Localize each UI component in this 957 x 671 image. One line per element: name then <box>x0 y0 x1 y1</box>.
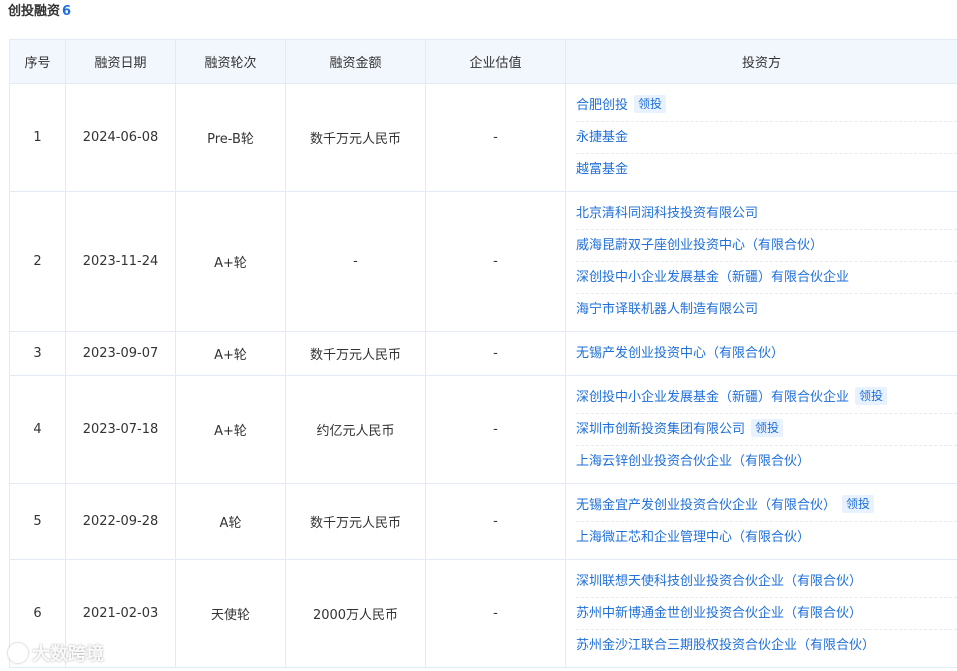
table-header-row: 序号 融资日期 融资轮次 融资金额 企业估值 投资方 <box>9 39 957 84</box>
cell-index: 5 <box>9 483 66 560</box>
investor-item: 无锡金宜产发创业投资合伙企业（有限合伙） 领投 <box>576 490 957 522</box>
investor-link[interactable]: 永捷基金 <box>576 130 628 145</box>
cell-investors: 深圳联想天使科技创业投资合伙企业（有限合伙） 苏州中新博通金世创业投资合伙企业（有… <box>565 559 957 668</box>
cell-valuation: - <box>425 375 566 484</box>
investor-link[interactable]: 越富基金 <box>576 162 628 177</box>
investor-item: 越富基金 <box>576 154 957 185</box>
investor-item: 上海云锌创业投资合伙企业（有限合伙） <box>576 446 957 477</box>
cell-round: A+轮 <box>175 375 286 484</box>
investor-link[interactable]: 海宁市译联机器人制造有限公司 <box>576 302 758 317</box>
cell-date: 2023-11-24 <box>65 191 176 332</box>
cell-index: 4 <box>9 375 66 484</box>
cell-date: 2023-09-07 <box>65 331 176 376</box>
column-header-date: 融资日期 <box>65 39 176 84</box>
investor-item: 威海昆蔚双子座创业投资中心（有限合伙） <box>576 230 957 262</box>
cell-amount: 约亿元人民币 <box>285 375 426 484</box>
cell-index: 1 <box>9 83 66 192</box>
cell-index: 2 <box>9 191 66 332</box>
cell-date: 2022-09-28 <box>65 483 176 560</box>
section-title-text: 创投融资 <box>8 4 61 19</box>
cell-valuation: - <box>425 331 566 376</box>
cell-valuation: - <box>425 483 566 560</box>
cell-round: Pre-B轮 <box>175 83 286 192</box>
cell-amount: 数千万元人民币 <box>285 83 426 192</box>
cell-round: A+轮 <box>175 191 286 332</box>
column-header-amount: 融资金额 <box>285 39 426 84</box>
investor-item: 深创投中小企业发展基金（新疆）有限合伙企业 领投 <box>576 382 957 414</box>
column-header-investors: 投资方 <box>565 39 957 84</box>
investor-item: 海宁市译联机器人制造有限公司 <box>576 294 957 325</box>
investor-item: 北京清科同润科技投资有限公司 <box>576 198 957 230</box>
cell-round: A+轮 <box>175 331 286 376</box>
cell-round: A轮 <box>175 483 286 560</box>
investor-link[interactable]: 深创投中小企业发展基金（新疆）有限合伙企业 <box>576 270 849 285</box>
investor-item: 无锡产发创业投资中心（有限合伙） <box>576 338 957 369</box>
investor-item: 永捷基金 <box>576 122 957 154</box>
column-header-valuation: 企业估值 <box>425 39 566 84</box>
cell-index: 3 <box>9 331 66 376</box>
cell-amount: 2000万人民币 <box>285 559 426 668</box>
investor-item: 苏州金沙江联合三期股权投资合伙企业（有限合伙） <box>576 630 957 661</box>
investor-link[interactable]: 苏州中新博通金世创业投资合伙企业（有限合伙） <box>576 606 862 621</box>
investor-item: 合肥创投 领投 <box>576 90 957 122</box>
cell-valuation: - <box>425 83 566 192</box>
cell-amount: 数千万元人民币 <box>285 331 426 376</box>
lead-investor-badge: 领投 <box>855 387 888 405</box>
financing-count: 6 <box>62 4 72 19</box>
investor-item: 深圳联想天使科技创业投资合伙企业（有限合伙） <box>576 566 957 598</box>
cell-valuation: - <box>425 559 566 668</box>
cell-valuation: - <box>425 191 566 332</box>
investor-link[interactable]: 合肥创投 <box>576 98 628 113</box>
column-header-index: 序号 <box>9 39 66 84</box>
table-row: 4 2023-07-18 A+轮 约亿元人民币 - 深创投中小企业发展基金（新疆）有限合伙… <box>9 375 957 484</box>
cell-round: 天使轮 <box>175 559 286 668</box>
investor-link[interactable]: 威海昆蔚双子座创业投资中心（有限合伙） <box>576 238 823 253</box>
lead-investor-badge: 领投 <box>751 419 784 437</box>
investor-link[interactable]: 深圳市创新投资集团有限公司 <box>576 422 745 437</box>
cell-investors: 合肥创投 领投永捷基金越富基金 <box>565 83 957 192</box>
investor-item: 深创投中小企业发展基金（新疆）有限合伙企业 <box>576 262 957 294</box>
investor-link[interactable]: 北京清科同润科技投资有限公司 <box>576 206 758 221</box>
cell-index: 6 <box>9 559 66 668</box>
cell-investors: 无锡产发创业投资中心（有限合伙） <box>565 331 957 376</box>
column-header-round: 融资轮次 <box>175 39 286 84</box>
cell-date: 2021-02-03 <box>65 559 176 668</box>
cell-date: 2024-06-08 <box>65 83 176 192</box>
investor-link[interactable]: 无锡金宜产发创业投资合伙企业（有限合伙） <box>576 498 836 513</box>
table-row: 6 2021-02-03 天使轮 2000万人民币 - 深圳联想天使科技创业投资合伙企业（… <box>9 559 957 668</box>
cell-investors: 深创投中小企业发展基金（新疆）有限合伙企业 领投 深圳市创新投资集团有限公司 领投 上海… <box>565 375 957 484</box>
investor-link[interactable]: 上海微正芯和企业管理中心（有限合伙） <box>576 530 810 545</box>
investor-item: 苏州中新博通金世创业投资合伙企业（有限合伙） <box>576 598 957 630</box>
investor-link[interactable]: 深创投中小企业发展基金（新疆）有限合伙企业 <box>576 390 849 405</box>
financing-table: 序号 融资日期 融资轮次 融资金额 企业估值 投资方 1 2024-06-08 Pr… <box>9 39 957 668</box>
lead-investor-badge: 领投 <box>634 95 667 113</box>
cell-date: 2023-07-18 <box>65 375 176 484</box>
cell-investors: 北京清科同润科技投资有限公司威海昆蔚双子座创业投资中心（有限合伙） 深创投中小企业… <box>565 191 957 332</box>
investor-item: 上海微正芯和企业管理中心（有限合伙） <box>576 522 957 553</box>
cell-amount: 数千万元人民币 <box>285 483 426 560</box>
investor-link[interactable]: 苏州金沙江联合三期股权投资合伙企业（有限合伙） <box>576 638 875 653</box>
investor-link[interactable]: 上海云锌创业投资合伙企业（有限合伙） <box>576 454 810 469</box>
investor-link[interactable]: 无锡产发创业投资中心（有限合伙） <box>576 346 784 361</box>
investor-item: 深圳市创新投资集团有限公司 领投 <box>576 414 957 446</box>
table-row: 5 2022-09-28 A轮 数千万元人民币 - 无锡金宜产发创业投资合伙企业（有限合伙… <box>9 483 957 560</box>
cell-amount: - <box>285 191 426 332</box>
cell-investors: 无锡金宜产发创业投资合伙企业（有限合伙） 领投上海微正芯和企业管理中心（有限合伙） <box>565 483 957 560</box>
lead-investor-badge: 领投 <box>842 495 875 513</box>
table-row: 2 2023-11-24 A+轮 - - 北京清科同润科技投资有限公司 威海昆蔚双子座创业投… <box>9 191 957 332</box>
table-row: 3 2023-09-07 A+轮 数千万元人民币 - 无锡产发创业投资中心（有限合伙） <box>9 331 957 376</box>
table-row: 1 2024-06-08 Pre-B轮 数千万元人民币 - 合肥创投 领投永捷基金越富基金 <box>9 83 957 192</box>
investor-link[interactable]: 深圳联想天使科技创业投资合伙企业（有限合伙） <box>576 574 862 589</box>
section-title: 创投融资 6 <box>8 2 71 22</box>
